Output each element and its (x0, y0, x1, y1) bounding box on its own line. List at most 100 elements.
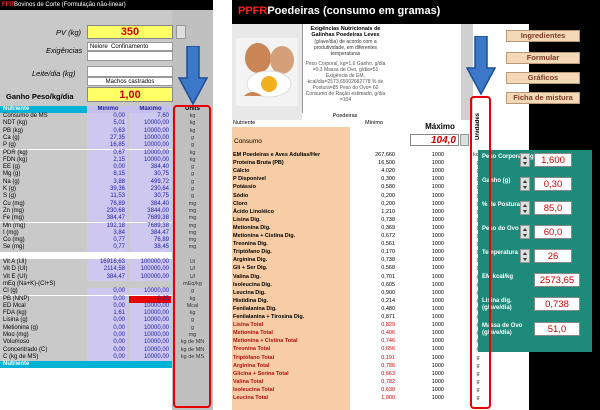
min-cell[interactable]: 0,214 (350, 298, 395, 306)
max-cell[interactable]: 3844,00 (129, 207, 171, 216)
min-cell[interactable]: 0,00 (87, 332, 127, 340)
max-cell[interactable]: 1000 (400, 160, 444, 168)
max-cell[interactable]: 10000,00 (129, 339, 171, 347)
min-cell[interactable]: 5,01 (87, 120, 127, 128)
max-cell[interactable]: 10000,00 (129, 346, 171, 354)
max-cell[interactable]: 1000 (400, 176, 444, 184)
max-cell[interactable]: 1000 (400, 346, 444, 354)
min-cell[interactable]: 192,18 (87, 222, 127, 230)
max-cell[interactable]: 1000 (400, 241, 444, 249)
max-cell[interactable]: 1000 (400, 395, 444, 403)
min-cell[interactable]: 0,300 (350, 176, 395, 184)
min-cell[interactable]: 0,406 (350, 330, 395, 338)
pv-spinner[interactable] (176, 25, 186, 39)
max-cell[interactable]: 10000,00 (129, 324, 171, 332)
max-cell[interactable]: 1000 (400, 306, 444, 314)
max-cell[interactable]: 10000,00 (129, 142, 171, 150)
sex-select[interactable]: Machos castrados (87, 77, 173, 86)
max-cell[interactable]: 384,40 (129, 164, 171, 172)
min-cell[interactable]: 0,77 (87, 237, 127, 245)
param-value[interactable]: 1,600 (534, 153, 572, 167)
min-cell[interactable]: 0,738 (350, 217, 395, 225)
param-value[interactable]: 0,30 (534, 177, 572, 191)
min-cell[interactable]: 0,00 (87, 302, 127, 311)
min-cell[interactable]: 0,782 (350, 379, 395, 387)
min-cell[interactable]: 0,00 (87, 164, 127, 172)
min-cell[interactable]: 0,00 (87, 317, 127, 325)
max-cell[interactable]: 30,75 (129, 171, 171, 179)
max-cell[interactable]: 76,89 (129, 237, 171, 245)
max-cell[interactable]: 1000 (400, 201, 444, 209)
param-spinner[interactable] (520, 153, 530, 167)
min-cell[interactable]: 0,871 (350, 314, 395, 322)
graficos-button[interactable]: Gráficos (506, 72, 580, 84)
max-cell[interactable]: 1000 (400, 257, 444, 265)
min-cell[interactable]: 0,369 (350, 225, 395, 233)
min-cell[interactable]: 3,84 (87, 229, 127, 238)
min-cell[interactable]: 0,630 (350, 387, 395, 395)
param-value[interactable]: 85,0 (534, 201, 572, 215)
min-cell[interactable]: 2,15 (87, 156, 127, 165)
max-cell[interactable]: 1000 (400, 371, 444, 379)
max-cell[interactable]: 1000 (400, 233, 444, 241)
max-cell[interactable]: 1000 (400, 265, 444, 273)
min-cell[interactable]: 0,00 (87, 353, 127, 362)
breed-select[interactable]: Nelore Confinamento (87, 42, 173, 51)
max-cell[interactable]: 10000,00 (129, 310, 171, 318)
max-cell[interactable]: 100000,00 (129, 266, 171, 274)
max-cell[interactable]: 1000 (400, 274, 444, 282)
min-cell[interactable]: 16916,63 (87, 259, 127, 267)
max-cell[interactable]: 384,40 (129, 200, 171, 208)
min-cell[interactable]: 0,00 (87, 339, 127, 347)
min-cell[interactable]: 0,568 (350, 265, 395, 273)
max-cell[interactable]: 10000,00 (129, 317, 171, 325)
max-cell[interactable]: 100000,00 (129, 273, 171, 281)
max-cell[interactable]: 1000 (400, 184, 444, 192)
min-cell[interactable]: 0,900 (350, 290, 395, 298)
max-cell[interactable]: 230,64 (129, 186, 171, 194)
min-cell[interactable]: 0,786 (350, 363, 395, 371)
min-cell[interactable]: 11,53 (87, 193, 127, 201)
min-cell[interactable]: 0,00 (87, 113, 127, 121)
min-cell[interactable]: 0,77 (87, 244, 127, 252)
min-cell[interactable]: 1,210 (350, 209, 395, 217)
max-cell[interactable]: 1000 (400, 330, 444, 338)
leite-input[interactable] (87, 66, 173, 77)
max-cell[interactable]: 1000 (400, 217, 444, 225)
max-cell[interactable]: 1000 (400, 355, 444, 363)
min-cell[interactable]: 1,000 (350, 395, 395, 403)
param-value[interactable]: 0,738 (534, 297, 580, 311)
min-cell[interactable]: 16,500 (350, 160, 395, 168)
param-value[interactable]: 26 (534, 249, 572, 263)
max-cell[interactable]: 10000,00 (129, 332, 171, 340)
min-cell[interactable]: 8,15 (87, 171, 127, 179)
param-spinner[interactable] (520, 225, 530, 239)
max-cell[interactable]: 10000,00 (129, 149, 171, 157)
min-cell[interactable]: 4,020 (350, 168, 395, 176)
max-cell[interactable]: 1000 (400, 298, 444, 306)
min-cell[interactable]: 27,35 (87, 134, 127, 143)
min-cell[interactable]: 76,89 (87, 200, 127, 208)
max-cell[interactable]: 384,47 (129, 229, 171, 238)
ficha-button[interactable]: Ficha de mistura (506, 92, 580, 104)
max-cell[interactable]: 1000 (400, 152, 444, 160)
max-cell[interactable]: 7,60 (129, 113, 171, 121)
max-cell[interactable]: 10000,00 (129, 120, 171, 128)
min-cell[interactable]: 230,68 (87, 207, 127, 216)
min-cell[interactable]: 0,701 (350, 274, 395, 282)
min-cell[interactable]: 3,88 (87, 178, 127, 186)
ingredientes-button[interactable]: Ingredientes (506, 30, 580, 42)
max-cell[interactable]: 7689,38 (129, 215, 171, 223)
param-value[interactable]: 60,0 (534, 225, 572, 239)
consumo-input[interactable]: 104,0 (410, 134, 459, 146)
max-cell[interactable]: 1000 (400, 209, 444, 217)
min-cell[interactable]: 267,660 (350, 152, 395, 160)
min-cell[interactable]: 2114,58 (87, 266, 127, 274)
min-cell[interactable]: 384,47 (87, 215, 127, 223)
min-cell[interactable]: 0,561 (350, 241, 395, 249)
max-cell[interactable]: 1000 (400, 338, 444, 346)
max-cell[interactable]: 10000,00 (129, 288, 171, 296)
min-cell[interactable]: 0,746 (350, 338, 395, 346)
max-cell[interactable]: 1000 (400, 282, 444, 290)
max-cell[interactable]: 1000 (400, 379, 444, 387)
